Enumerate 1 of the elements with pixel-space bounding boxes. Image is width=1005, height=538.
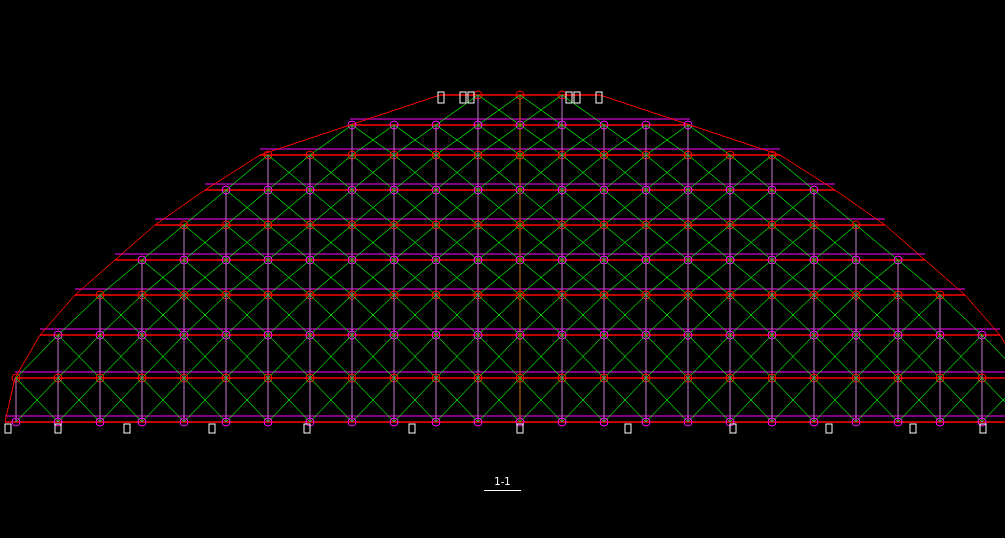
section-label: 1-1 [484, 476, 521, 491]
